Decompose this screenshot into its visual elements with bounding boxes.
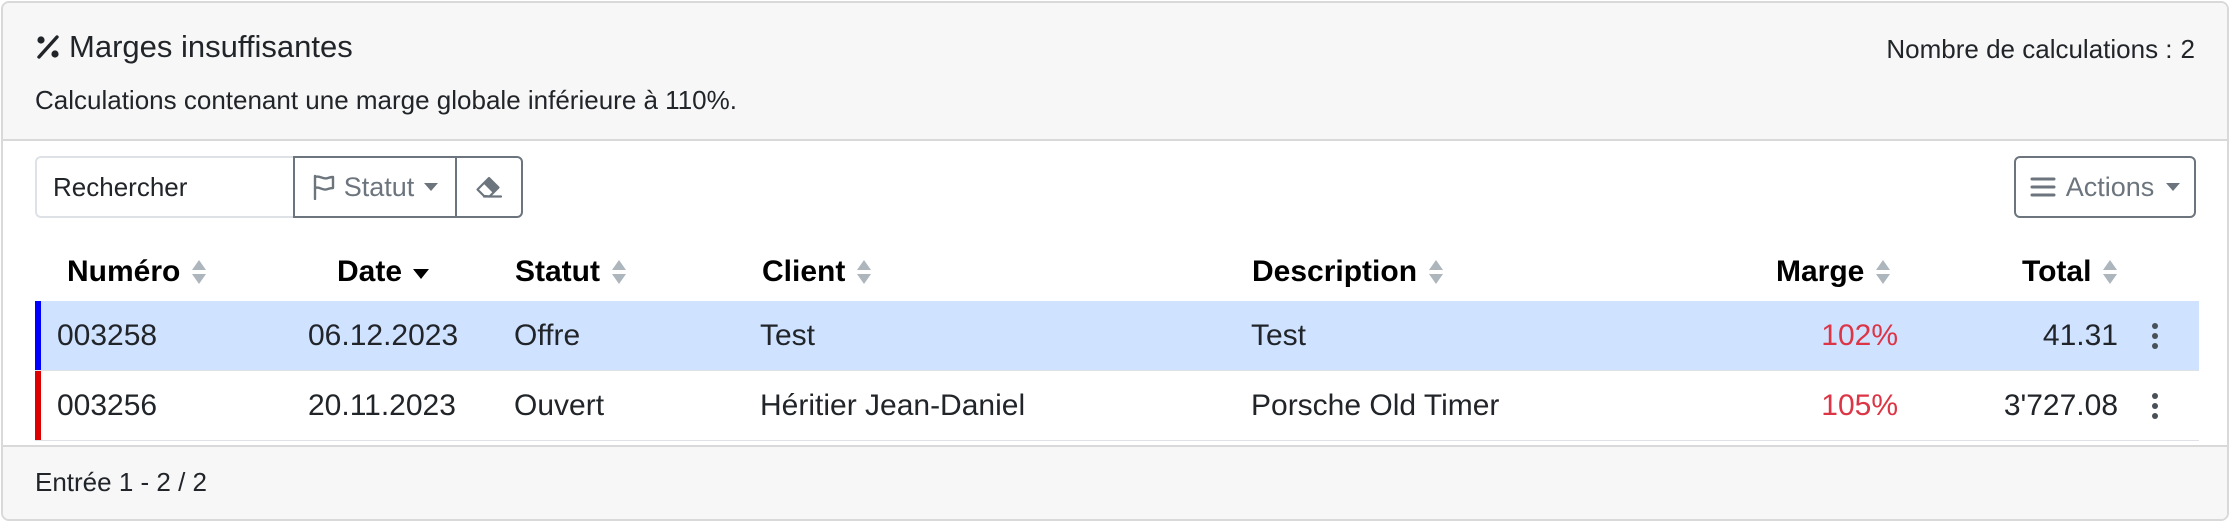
column-header-label: Total bbox=[2022, 255, 2092, 288]
column-header-numero[interactable]: Numéro bbox=[67, 243, 208, 301]
card-title-text: Marges insuffisantes bbox=[69, 29, 353, 64]
table-row[interactable]: 003258 06.12.2023 Offre Test Test 102% 4… bbox=[35, 301, 2199, 371]
cell-marge: 102% bbox=[1821, 319, 1898, 352]
card-title: Marges insuffisantes bbox=[35, 29, 353, 65]
percent-icon bbox=[37, 35, 59, 59]
status-color-bar bbox=[35, 301, 41, 370]
cell-description: Test bbox=[1251, 319, 1307, 352]
sort-icon bbox=[1429, 260, 1444, 284]
column-header-date[interactable]: Date bbox=[337, 243, 430, 301]
row-menu-button[interactable] bbox=[2151, 371, 2159, 441]
cell-marge: 105% bbox=[1821, 389, 1898, 422]
cell-total: 41.31 bbox=[2042, 319, 2118, 352]
actions-label: Actions bbox=[2065, 171, 2155, 202]
table-toolbar: Statut bbox=[35, 156, 523, 218]
bars-icon bbox=[2030, 177, 2056, 197]
column-header-client[interactable]: Client bbox=[762, 243, 873, 301]
cell-client: Héritier Jean-Daniel bbox=[760, 389, 1026, 422]
insufficient-margins-card: Marges insuffisantes Nombre de calculati… bbox=[1, 1, 2229, 521]
status-filter-label: Statut bbox=[343, 171, 415, 202]
count-label: Nombre de calculations : bbox=[1886, 34, 2173, 64]
column-header-marge[interactable]: Marge bbox=[1776, 243, 1892, 301]
sort-icon bbox=[2103, 260, 2118, 284]
column-header-label: Statut bbox=[515, 255, 600, 288]
cell-description: Porsche Old Timer bbox=[1251, 389, 1500, 422]
clear-filters-button[interactable] bbox=[457, 156, 523, 218]
sort-icon bbox=[612, 260, 626, 284]
table-header: Numéro Date Statut Client Description Ma… bbox=[35, 243, 2199, 301]
cell-client: Test bbox=[760, 319, 816, 352]
eraser-icon bbox=[476, 176, 503, 198]
cell-statut: Ouvert bbox=[514, 389, 605, 422]
cell-numero: 003256 bbox=[57, 389, 158, 422]
column-header-label: Marge bbox=[1776, 255, 1865, 288]
status-filter-button[interactable]: Statut bbox=[293, 156, 457, 218]
calculation-count: Nombre de calculations : 2 bbox=[1886, 34, 2195, 65]
row-menu-button[interactable] bbox=[2151, 301, 2159, 371]
kebab-menu-icon bbox=[2152, 323, 2158, 349]
column-header-label: Date bbox=[337, 255, 403, 288]
column-header-label: Numéro bbox=[67, 255, 181, 288]
cell-date: 06.12.2023 bbox=[308, 319, 459, 352]
cell-total: 3'727.08 bbox=[2003, 389, 2118, 422]
column-header-statut[interactable]: Statut bbox=[515, 243, 628, 301]
cell-date: 20.11.2023 bbox=[308, 389, 456, 422]
card-header: Marges insuffisantes Nombre de calculati… bbox=[3, 3, 2227, 141]
cell-statut: Offre bbox=[514, 319, 581, 352]
kebab-menu-icon bbox=[2152, 393, 2158, 419]
pagination-info: Entrée 1 - 2 / 2 bbox=[35, 467, 207, 497]
search-input[interactable] bbox=[35, 156, 293, 218]
count-value: 2 bbox=[2180, 34, 2195, 64]
card-footer: Entrée 1 - 2 / 2 bbox=[3, 445, 2227, 519]
column-header-label: Client bbox=[762, 255, 846, 288]
cell-numero: 003258 bbox=[57, 319, 158, 352]
sort-icon bbox=[192, 260, 207, 284]
column-header-description[interactable]: Description bbox=[1252, 243, 1445, 301]
table-row[interactable]: 003256 20.11.2023 Ouvert Héritier Jean-D… bbox=[35, 371, 2199, 441]
flag-icon bbox=[313, 174, 334, 200]
caret-down-icon bbox=[2166, 183, 2181, 191]
card-subtitle: Calculations contenant une marge globale… bbox=[35, 85, 737, 115]
actions-dropdown-button[interactable]: Actions bbox=[2014, 156, 2196, 218]
sort-icon bbox=[857, 260, 872, 284]
sort-descending-icon bbox=[413, 269, 430, 279]
caret-down-icon bbox=[424, 183, 439, 191]
column-header-total[interactable]: Total bbox=[2022, 243, 2119, 301]
status-color-bar bbox=[35, 371, 41, 440]
column-header-label: Description bbox=[1252, 255, 1418, 288]
sort-icon bbox=[1876, 260, 1891, 284]
